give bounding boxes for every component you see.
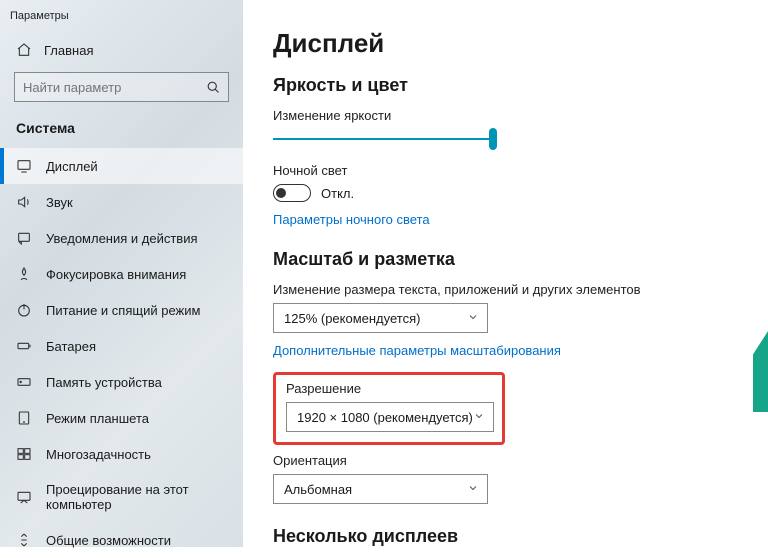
brightness-slider-thumb[interactable] [489,128,497,150]
search-input[interactable] [14,72,229,102]
sidebar-item-focus[interactable]: Фокусировка внимания [0,256,243,292]
home-link[interactable]: Главная [0,34,243,68]
nightlight-settings-link[interactable]: Параметры ночного света [273,212,768,227]
sidebar-item-tablet[interactable]: Режим планшета [0,400,243,436]
sidebar-item-multitasking[interactable]: Многозадачность [0,436,243,472]
orientation-label: Ориентация [273,453,768,468]
sidebar-item-projecting[interactable]: Проецирование на этот компьютер [0,472,243,522]
storage-icon [16,374,32,390]
orientation-value: Альбомная [284,482,352,497]
sidebar-item-label: Проецирование на этот компьютер [46,482,227,512]
sidebar-item-label: Уведомления и действия [46,231,198,246]
scale-section-title: Масштаб и разметка [273,249,768,270]
resolution-highlight: Разрешение 1920 × 1080 (рекомендуется) [273,372,505,445]
sidebar: Параметры Главная Система [0,0,243,547]
scale-advanced-link[interactable]: Дополнительные параметры масштабирования [273,343,768,358]
resolution-value: 1920 × 1080 (рекомендуется) [297,410,473,425]
sidebar-item-shared[interactable]: Общие возможности [0,522,243,558]
sidebar-item-label: Батарея [46,339,96,354]
sidebar-item-battery[interactable]: Батарея [0,328,243,364]
sidebar-item-sound[interactable]: Звук [0,184,243,220]
focus-icon [16,266,32,282]
sidebar-item-label: Общие возможности [46,533,171,548]
search-icon[interactable] [205,79,221,95]
brightness-label: Изменение яркости [273,108,768,123]
chevron-down-icon [467,482,479,497]
display-icon [16,158,32,174]
page-title: Дисплей [273,28,768,59]
sidebar-item-label: Звук [46,195,73,210]
multitasking-icon [16,446,32,462]
power-icon [16,302,32,318]
sidebar-item-notifications[interactable]: Уведомления и действия [0,220,243,256]
sidebar-item-label: Память устройства [46,375,162,390]
nightlight-toggle[interactable] [273,184,311,202]
resolution-label: Разрешение [286,381,492,396]
main-content: Дисплей Яркость и цвет Изменение яркости… [243,0,768,547]
battery-icon [16,338,32,354]
notifications-icon [16,230,32,246]
search-wrap [14,72,229,102]
sound-icon [16,194,32,210]
scale-value: 125% (рекомендуется) [284,311,420,326]
nightlight-label: Ночной свет [273,163,768,178]
orientation-dropdown[interactable]: Альбомная [273,474,488,504]
sidebar-item-label: Питание и спящий режим [46,303,200,318]
home-label: Главная [44,43,93,58]
annotation-arrow [753,252,768,412]
brightness-section-title: Яркость и цвет [273,75,768,96]
brightness-slider[interactable] [273,129,493,149]
resolution-dropdown[interactable]: 1920 × 1080 (рекомендуется) [286,402,494,432]
scale-dropdown[interactable]: 125% (рекомендуется) [273,303,488,333]
sidebar-item-power[interactable]: Питание и спящий режим [0,292,243,328]
chevron-down-icon [467,311,479,326]
sidebar-nav: Дисплей Звук Уведомления и действия Фоку… [0,148,243,558]
home-icon [16,42,32,58]
sidebar-item-label: Режим планшета [46,411,149,426]
sidebar-item-label: Фокусировка внимания [46,267,186,282]
tablet-icon [16,410,32,426]
category-header: Система [0,114,243,148]
projecting-icon [16,489,32,505]
shared-icon [16,532,32,548]
chevron-down-icon [473,410,485,425]
sidebar-item-label: Дисплей [46,159,98,174]
sidebar-item-storage[interactable]: Память устройства [0,364,243,400]
scale-label: Изменение размера текста, приложений и д… [273,282,768,297]
multi-display-section-title: Несколько дисплеев [273,526,768,547]
window-title: Параметры [0,6,243,34]
sidebar-item-display[interactable]: Дисплей [0,148,243,184]
nightlight-state: Откл. [321,186,354,201]
sidebar-item-label: Многозадачность [46,447,151,462]
